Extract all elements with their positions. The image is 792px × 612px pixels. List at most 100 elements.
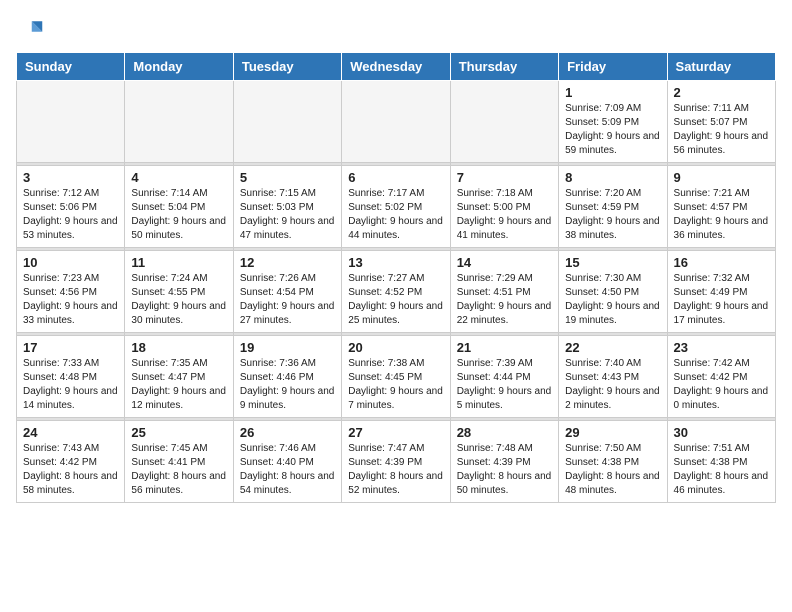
day-number: 18 [131, 340, 226, 355]
calendar-cell: 17 Sunrise: 7:33 AM Sunset: 4:48 PM Dayli… [17, 336, 125, 418]
calendar-cell: 1 Sunrise: 7:09 AM Sunset: 5:09 PM Daylig… [559, 81, 667, 163]
day-info: Sunrise: 7:51 AM Sunset: 4:38 PM Dayligh… [674, 442, 769, 498]
calendar-cell: 19 Sunrise: 7:36 AM Sunset: 4:46 PM Dayli… [233, 336, 341, 418]
calendar-cell [17, 81, 125, 163]
day-number: 15 [565, 255, 660, 270]
day-number: 16 [674, 255, 769, 270]
day-number: 6 [348, 170, 443, 185]
day-info: Sunrise: 7:14 AM Sunset: 5:04 PM Dayligh… [131, 187, 226, 243]
day-info: Sunrise: 7:48 AM Sunset: 4:39 PM Dayligh… [457, 442, 552, 498]
page-header [16, 16, 776, 44]
calendar-cell: 27Sunrise: 7:47 AM Sunset: 4:39 PM Dayli… [342, 421, 450, 503]
col-header-tuesday: Tuesday [233, 53, 341, 81]
calendar-week-row: 24 Sunrise: 7:43 AM Sunset: 4:42 PM Dayli… [17, 421, 776, 503]
day-number: 19 [240, 340, 335, 355]
day-number: 2 [674, 85, 769, 100]
calendar-cell: 30 Sunrise: 7:51 AM Sunset: 4:38 PM Dayli… [667, 421, 775, 503]
day-number: 13 [348, 255, 443, 270]
day-info: Sunrise: 7:12 AM Sunset: 5:06 PM Dayligh… [23, 187, 118, 243]
day-info: Sunrise: 7:20 AM Sunset: 4:59 PM Dayligh… [565, 187, 660, 243]
logo-icon [16, 16, 44, 44]
calendar-week-row: 10 Sunrise: 7:23 AM Sunset: 4:56 PM Dayli… [17, 251, 776, 333]
calendar-cell [233, 81, 341, 163]
day-info: Sunrise: 7:45 AM Sunset: 4:41 PM Dayligh… [131, 442, 226, 498]
day-info: Sunrise: 7:39 AM Sunset: 4:44 PM Dayligh… [457, 357, 552, 413]
calendar-cell [125, 81, 233, 163]
calendar-cell: 6 Sunrise: 7:17 AM Sunset: 5:02 PM Daylig… [342, 166, 450, 248]
day-info: Sunrise: 7:38 AM Sunset: 4:45 PM Dayligh… [348, 357, 443, 413]
day-number: 8 [565, 170, 660, 185]
calendar-cell: 8 Sunrise: 7:20 AM Sunset: 4:59 PM Daylig… [559, 166, 667, 248]
calendar-cell [342, 81, 450, 163]
day-number: 23 [674, 340, 769, 355]
calendar-cell: 15 Sunrise: 7:30 AM Sunset: 4:50 PM Dayli… [559, 251, 667, 333]
day-info: Sunrise: 7:24 AM Sunset: 4:55 PM Dayligh… [131, 272, 226, 328]
day-info: Sunrise: 7:42 AM Sunset: 4:42 PM Dayligh… [674, 357, 769, 413]
day-info: Sunrise: 7:46 AM Sunset: 4:40 PM Dayligh… [240, 442, 335, 498]
day-number: 5 [240, 170, 335, 185]
day-info: Sunrise: 7:26 AM Sunset: 4:54 PM Dayligh… [240, 272, 335, 328]
day-number: 14 [457, 255, 552, 270]
calendar-week-row: 3 Sunrise: 7:12 AM Sunset: 5:06 PM Daylig… [17, 166, 776, 248]
calendar-cell: 28Sunrise: 7:48 AM Sunset: 4:39 PM Dayli… [450, 421, 558, 503]
calendar-cell: 9Sunrise: 7:21 AM Sunset: 4:57 PM Daylig… [667, 166, 775, 248]
day-info: Sunrise: 7:40 AM Sunset: 4:43 PM Dayligh… [565, 357, 660, 413]
day-info: Sunrise: 7:18 AM Sunset: 5:00 PM Dayligh… [457, 187, 552, 243]
calendar-cell: 5 Sunrise: 7:15 AM Sunset: 5:03 PM Daylig… [233, 166, 341, 248]
day-info: Sunrise: 7:29 AM Sunset: 4:51 PM Dayligh… [457, 272, 552, 328]
day-info: Sunrise: 7:35 AM Sunset: 4:47 PM Dayligh… [131, 357, 226, 413]
col-header-wednesday: Wednesday [342, 53, 450, 81]
day-number: 26 [240, 425, 335, 440]
calendar-week-row: 17 Sunrise: 7:33 AM Sunset: 4:48 PM Dayli… [17, 336, 776, 418]
calendar-cell: 14 Sunrise: 7:29 AM Sunset: 4:51 PM Dayli… [450, 251, 558, 333]
day-number: 25 [131, 425, 226, 440]
day-info: Sunrise: 7:43 AM Sunset: 4:42 PM Dayligh… [23, 442, 118, 498]
calendar-cell: 22Sunrise: 7:40 AM Sunset: 4:43 PM Dayli… [559, 336, 667, 418]
day-info: Sunrise: 7:17 AM Sunset: 5:02 PM Dayligh… [348, 187, 443, 243]
calendar-cell: 16 Sunrise: 7:32 AM Sunset: 4:49 PM Dayli… [667, 251, 775, 333]
calendar-cell: 23 Sunrise: 7:42 AM Sunset: 4:42 PM Dayli… [667, 336, 775, 418]
col-header-friday: Friday [559, 53, 667, 81]
day-number: 1 [565, 85, 660, 100]
calendar-week-row: 1 Sunrise: 7:09 AM Sunset: 5:09 PM Daylig… [17, 81, 776, 163]
calendar-cell: 10 Sunrise: 7:23 AM Sunset: 4:56 PM Dayli… [17, 251, 125, 333]
col-header-monday: Monday [125, 53, 233, 81]
calendar-cell: 4 Sunrise: 7:14 AM Sunset: 5:04 PM Daylig… [125, 166, 233, 248]
calendar-cell: 13Sunrise: 7:27 AM Sunset: 4:52 PM Dayli… [342, 251, 450, 333]
day-number: 11 [131, 255, 226, 270]
calendar-cell: 26 Sunrise: 7:46 AM Sunset: 4:40 PM Dayli… [233, 421, 341, 503]
day-number: 9 [674, 170, 769, 185]
day-info: Sunrise: 7:09 AM Sunset: 5:09 PM Dayligh… [565, 102, 660, 158]
day-number: 3 [23, 170, 118, 185]
calendar-cell [450, 81, 558, 163]
day-info: Sunrise: 7:15 AM Sunset: 5:03 PM Dayligh… [240, 187, 335, 243]
day-number: 21 [457, 340, 552, 355]
calendar-cell: 18 Sunrise: 7:35 AM Sunset: 4:47 PM Dayli… [125, 336, 233, 418]
day-number: 30 [674, 425, 769, 440]
logo [16, 16, 48, 44]
day-number: 7 [457, 170, 552, 185]
calendar-cell: 29 Sunrise: 7:50 AM Sunset: 4:38 PM Dayli… [559, 421, 667, 503]
day-info: Sunrise: 7:50 AM Sunset: 4:38 PM Dayligh… [565, 442, 660, 498]
day-number: 20 [348, 340, 443, 355]
day-info: Sunrise: 7:23 AM Sunset: 4:56 PM Dayligh… [23, 272, 118, 328]
day-info: Sunrise: 7:36 AM Sunset: 4:46 PM Dayligh… [240, 357, 335, 413]
calendar-cell: 24 Sunrise: 7:43 AM Sunset: 4:42 PM Dayli… [17, 421, 125, 503]
day-number: 29 [565, 425, 660, 440]
calendar-table: SundayMondayTuesdayWednesdayThursdayFrid… [16, 52, 776, 503]
col-header-sunday: Sunday [17, 53, 125, 81]
day-info: Sunrise: 7:33 AM Sunset: 4:48 PM Dayligh… [23, 357, 118, 413]
calendar-cell: 3 Sunrise: 7:12 AM Sunset: 5:06 PM Daylig… [17, 166, 125, 248]
calendar-cell: 12Sunrise: 7:26 AM Sunset: 4:54 PM Dayli… [233, 251, 341, 333]
day-number: 17 [23, 340, 118, 355]
calendar-cell: 7 Sunrise: 7:18 AM Sunset: 5:00 PM Daylig… [450, 166, 558, 248]
day-info: Sunrise: 7:32 AM Sunset: 4:49 PM Dayligh… [674, 272, 769, 328]
calendar-header-row: SundayMondayTuesdayWednesdayThursdayFrid… [17, 53, 776, 81]
col-header-thursday: Thursday [450, 53, 558, 81]
day-number: 10 [23, 255, 118, 270]
calendar-cell: 21 Sunrise: 7:39 AM Sunset: 4:44 PM Dayli… [450, 336, 558, 418]
day-info: Sunrise: 7:30 AM Sunset: 4:50 PM Dayligh… [565, 272, 660, 328]
day-number: 4 [131, 170, 226, 185]
day-number: 24 [23, 425, 118, 440]
calendar-cell: 25 Sunrise: 7:45 AM Sunset: 4:41 PM Dayli… [125, 421, 233, 503]
